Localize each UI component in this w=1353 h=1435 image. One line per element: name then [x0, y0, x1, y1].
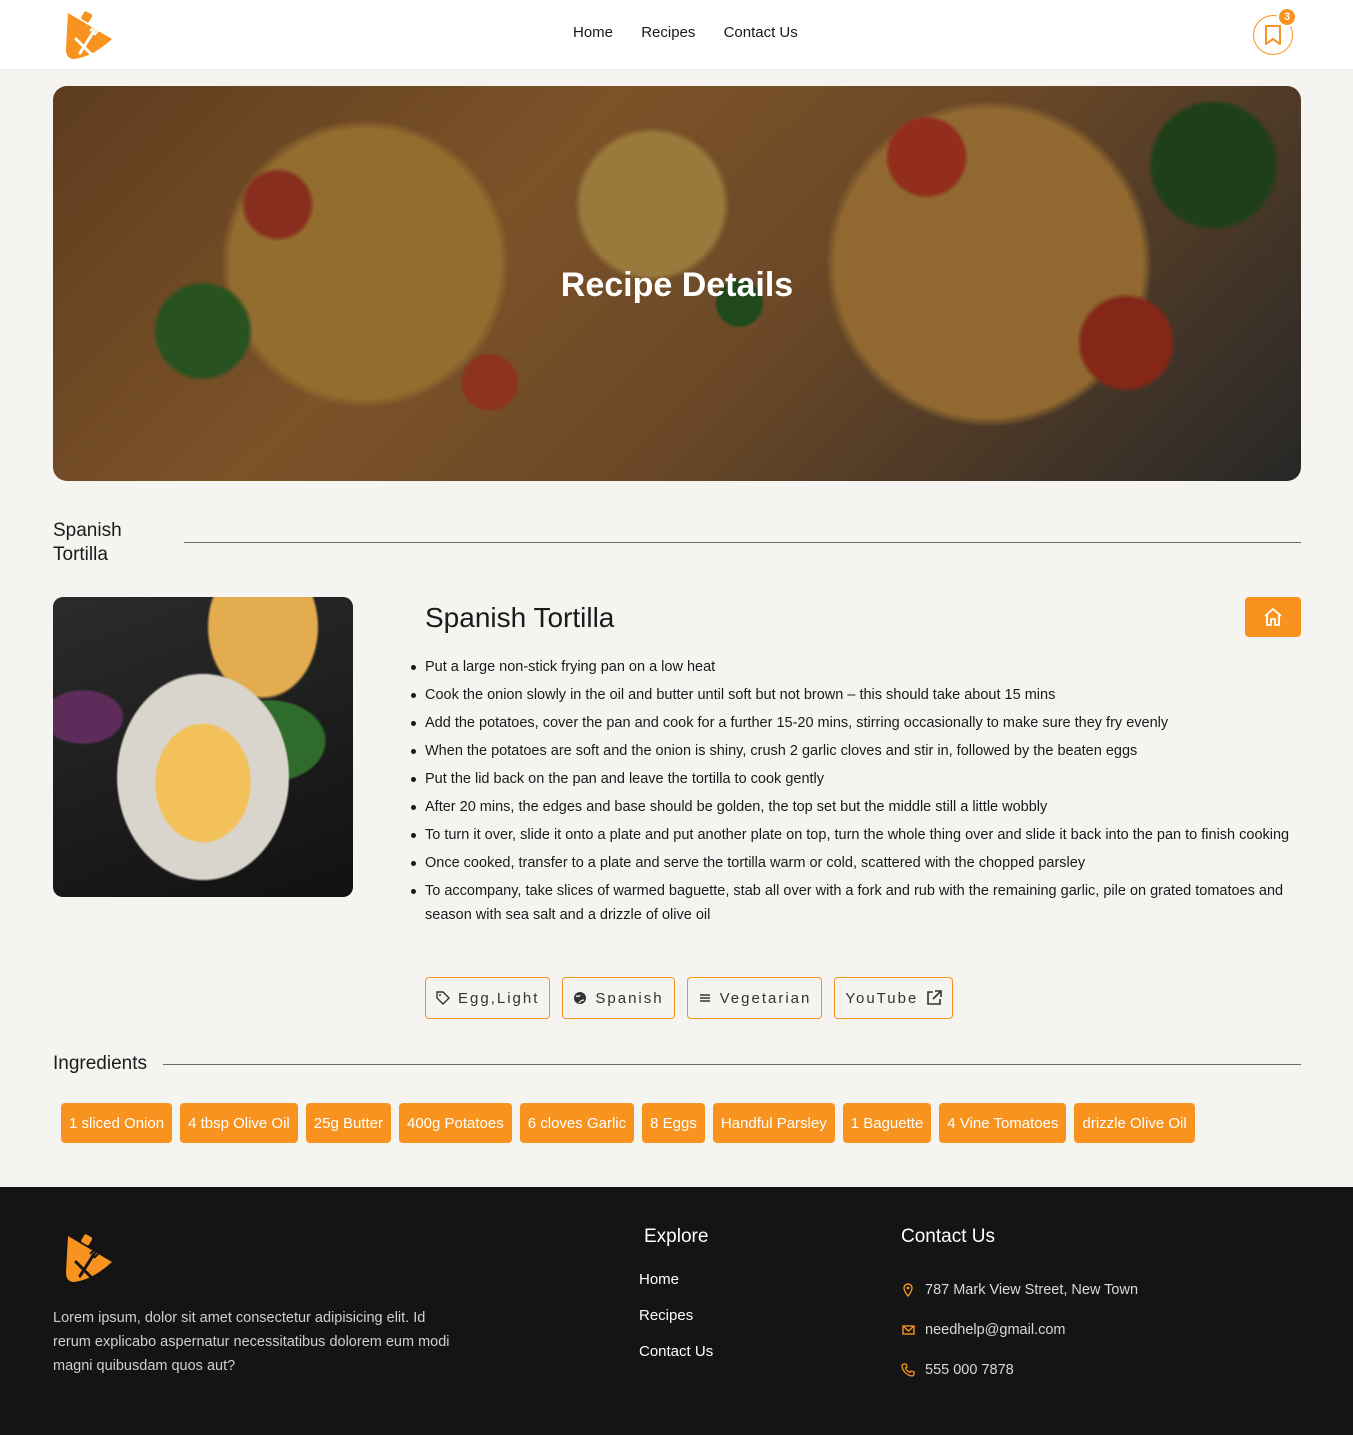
- footer-phone[interactable]: 555 000 7878: [901, 1362, 1014, 1378]
- phone-icon: [901, 1363, 915, 1377]
- tag-badge[interactable]: Egg,Light: [425, 977, 551, 1019]
- site-header: Home Recipes Contact Us 3: [0, 0, 1353, 70]
- ingredient-chip: 400g Potatoes: [399, 1103, 512, 1143]
- footer-about: Lorem ipsum, dolor sit amet consectetur …: [53, 1310, 450, 1374]
- footer-address: 787 Mark View Street, New Town: [901, 1282, 1138, 1298]
- home-button[interactable]: [1245, 597, 1301, 637]
- tag-label: Egg,Light: [458, 989, 540, 1007]
- ingredient-chip: 1 Baguette: [842, 1103, 932, 1143]
- divider: [163, 1064, 1301, 1065]
- category-badge[interactable]: Vegetarian: [686, 977, 823, 1019]
- list-icon: [699, 994, 710, 1002]
- ingredient-chip: drizzle Olive Oil: [1074, 1103, 1195, 1143]
- ingredient-chip: 8 Eggs: [642, 1103, 705, 1143]
- list-item: Put the lid back on the pan and leave th…: [411, 767, 1301, 791]
- divider: [184, 542, 1301, 543]
- footer-link-recipes[interactable]: Recipes: [639, 1307, 693, 1324]
- youtube-link[interactable]: YouTube: [834, 977, 954, 1019]
- footer-email[interactable]: needhelp@gmail.com: [901, 1322, 1065, 1338]
- phone-text: 555 000 7878: [925, 1362, 1014, 1378]
- logo-icon[interactable]: [62, 1232, 114, 1284]
- bookmark-icon: [1265, 25, 1281, 45]
- location-icon: [903, 1283, 913, 1297]
- page-title: Recipe Details: [560, 266, 794, 304]
- recipe-name: Spanish Tortilla: [425, 602, 615, 633]
- ingredient-chip: 4 Vine Tomatoes: [939, 1103, 1067, 1143]
- ingredient-chip: 6 cloves Garlic: [519, 1103, 635, 1143]
- ingredient-chip: 4 tbsp Olive Oil: [180, 1103, 298, 1143]
- explore-title: Explore: [644, 1226, 709, 1247]
- ingredient-chip: 25g Butter: [305, 1103, 391, 1143]
- recipe-tags: Egg,Light Spanish Vegetarian YouTube: [425, 977, 954, 1019]
- list-item: Once cooked, transfer to a plate and ser…: [411, 851, 1301, 875]
- ingredients-title: Ingredients: [53, 1053, 148, 1074]
- list-item: To accompany, take slices of warmed bagu…: [411, 879, 1301, 927]
- bookmark-count-badge: 3: [1277, 7, 1297, 27]
- email-text: needhelp@gmail.com: [925, 1322, 1066, 1338]
- hero-banner: Recipe Details: [53, 86, 1301, 481]
- main-nav: Home Recipes Contact Us: [560, 24, 822, 41]
- nav-home[interactable]: Home: [573, 24, 613, 41]
- list-item: Put a large non-stick frying pan on a lo…: [411, 655, 1301, 679]
- area-label: Spanish: [595, 989, 664, 1007]
- category-label: Vegetarian: [719, 989, 812, 1007]
- footer-link-contact[interactable]: Contact Us: [639, 1343, 713, 1360]
- recipe-image: [53, 597, 353, 897]
- nav-contact[interactable]: Contact Us: [724, 24, 798, 41]
- area-badge[interactable]: Spanish: [562, 977, 675, 1019]
- recipe-steps: Put a large non-stick frying pan on a lo…: [411, 655, 1301, 931]
- logo-icon[interactable]: [62, 9, 114, 61]
- site-footer: Lorem ipsum, dolor sit amet consectetur …: [0, 1187, 1353, 1435]
- list-item: After 20 mins, the edges and base should…: [411, 795, 1301, 819]
- contact-title: Contact Us: [901, 1226, 995, 1247]
- list-item: Add the potatoes, cover the pan and cook…: [411, 711, 1301, 735]
- nav-recipes[interactable]: Recipes: [641, 24, 695, 41]
- globe-icon: [574, 992, 587, 1004]
- home-icon: [1264, 608, 1282, 626]
- ingredient-chip: Handful Parsley: [712, 1103, 835, 1143]
- ingredient-chip: 1 sliced Onion: [61, 1103, 173, 1143]
- tag-icon: [436, 991, 450, 1005]
- external-link-icon: [927, 990, 943, 1005]
- youtube-label: YouTube: [845, 989, 919, 1007]
- list-item: To turn it over, slide it onto a plate a…: [411, 823, 1301, 847]
- ingredients-list: 1 sliced Onion 4 tbsp Olive Oil 25g Butt…: [61, 1103, 1195, 1143]
- address-text: 787 Mark View Street, New Town: [925, 1282, 1139, 1298]
- list-item: Cook the onion slowly in the oil and but…: [411, 683, 1301, 707]
- mail-icon: [902, 1325, 915, 1335]
- footer-link-home[interactable]: Home: [639, 1271, 679, 1288]
- list-item: When the potatoes are soft and the onion…: [411, 739, 1301, 763]
- recipe-section-title: Spanish Tortilla: [53, 520, 122, 565]
